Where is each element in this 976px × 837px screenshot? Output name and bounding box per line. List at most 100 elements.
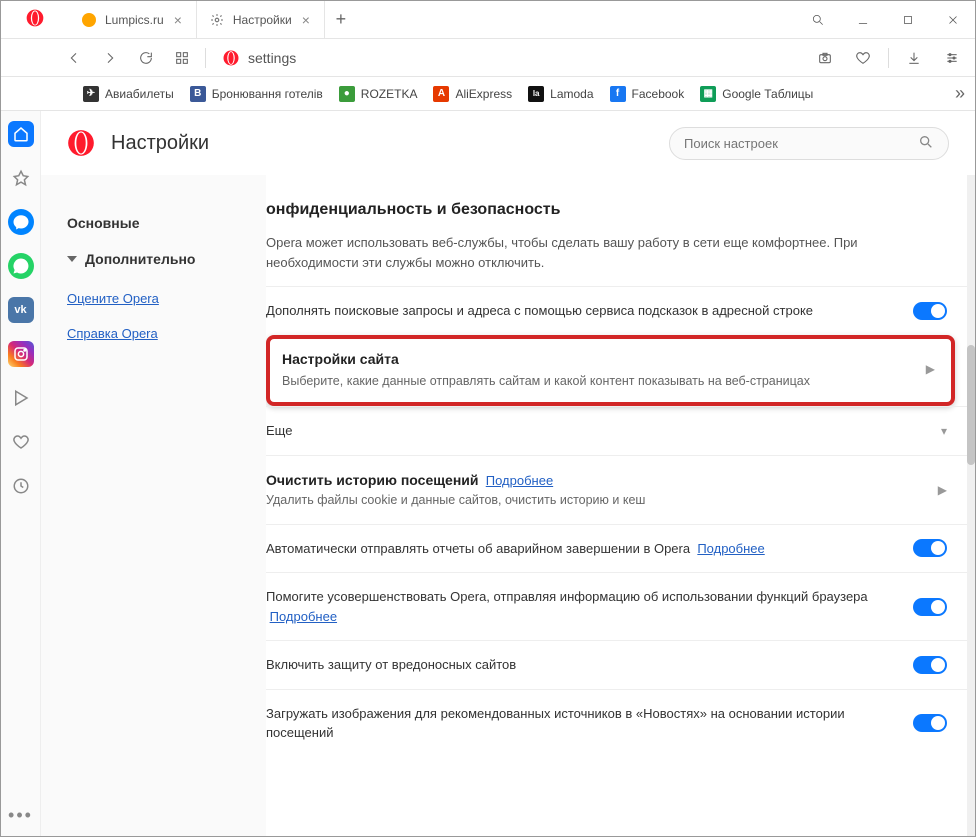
- tab-favicon-lumpics: [81, 12, 97, 28]
- toggle-autocomplete[interactable]: [913, 302, 947, 320]
- sidebar-history-button[interactable]: [8, 473, 34, 499]
- tab-title: Настройки: [233, 13, 292, 27]
- tab-title: Lumpics.ru: [105, 13, 164, 27]
- heart-button[interactable]: [850, 45, 876, 71]
- toolbar-separator: [205, 48, 206, 68]
- window-controls: [795, 1, 975, 38]
- chevron-right-icon: ▶: [926, 362, 935, 376]
- sidebar-more-button[interactable]: •••: [8, 805, 33, 826]
- section-intro: Opera может использовать веб-службы, что…: [266, 233, 967, 286]
- row-more[interactable]: Еще ▾: [266, 406, 967, 455]
- toggle-crash[interactable]: [913, 539, 947, 557]
- chevron-down-icon: [67, 256, 77, 262]
- page-title: Настройки: [111, 132, 209, 155]
- settings-search[interactable]: [669, 127, 949, 160]
- settings-header: Настройки: [41, 111, 975, 175]
- sidebar-messenger-button[interactable]: [8, 209, 34, 235]
- minimize-button[interactable]: [840, 1, 885, 38]
- tab-lumpics[interactable]: Lumpics.ru ×: [69, 1, 197, 38]
- nav-basic[interactable]: Основные: [59, 205, 248, 241]
- reload-button[interactable]: [133, 45, 159, 71]
- address-bar[interactable]: settings: [216, 49, 792, 67]
- row-title: Настройки сайта: [282, 349, 914, 370]
- learn-more-link[interactable]: Подробнее: [697, 541, 764, 556]
- left-sidebar: vk •••: [1, 111, 41, 836]
- bookmark-label: Lamoda: [550, 87, 593, 101]
- row-improve-opera: Помогите усовершенствовать Opera, отправ…: [266, 572, 967, 640]
- nav-help-opera[interactable]: Справка Opera: [59, 320, 248, 347]
- bookmark-item[interactable]: BБронювання готелів: [190, 86, 323, 102]
- search-button[interactable]: [795, 1, 840, 38]
- easy-setup-button[interactable]: [939, 45, 965, 71]
- content-area: Настройки Основные Дополнительно Оцените…: [41, 111, 975, 836]
- bookmark-item[interactable]: la Lamoda: [528, 86, 593, 102]
- sidebar-whatsapp-button[interactable]: [8, 253, 34, 279]
- speed-dial-button[interactable]: [169, 45, 195, 71]
- close-icon[interactable]: ×: [172, 12, 184, 28]
- bookmark-item[interactable]: ✈ Авиабилеты: [83, 86, 174, 102]
- bookmark-icon: ✈: [83, 86, 99, 102]
- toggle-news-images[interactable]: [913, 714, 947, 732]
- bookmark-icon: ●: [339, 86, 355, 102]
- row-label: Еще: [266, 421, 929, 441]
- nav-forward-button[interactable]: [97, 45, 123, 71]
- settings-nav: Основные Дополнительно Оцените Opera Спр…: [41, 175, 266, 836]
- scroll-thumb[interactable]: [967, 345, 975, 465]
- bookmark-item[interactable]: fFacebook: [610, 86, 685, 102]
- row-site-settings[interactable]: Настройки сайта Выберите, какие данные о…: [266, 335, 955, 407]
- chevron-down-icon: ▾: [941, 424, 947, 438]
- opera-logo-icon: [25, 8, 45, 31]
- scrollbar[interactable]: [967, 175, 975, 836]
- learn-more-link[interactable]: Подробнее: [270, 609, 337, 624]
- row-title: Очистить историю посещений: [266, 472, 479, 488]
- bookmark-item[interactable]: ▦Google Таблицы: [700, 86, 813, 102]
- bookmarks-bar: ✈ Авиабилеты BБронювання готелів ● ROZETKA…: [1, 77, 975, 111]
- row-malware-protection: Включить защиту от вредоносных сайтов: [266, 640, 967, 689]
- bookmark-item[interactable]: A AliExpress: [433, 86, 512, 102]
- vk-icon: vk: [14, 304, 26, 316]
- sidebar-instagram-button[interactable]: [8, 341, 34, 367]
- section-title: онфиденциальность и безопасность: [266, 175, 967, 233]
- sidebar-flow-button[interactable]: [8, 385, 34, 411]
- bookmark-label: ROZETKA: [361, 87, 418, 101]
- bookmark-icon: la: [528, 86, 544, 102]
- nav-rate-opera[interactable]: Оцените Opera: [59, 285, 248, 312]
- search-icon: [918, 134, 934, 153]
- bookmark-item[interactable]: ● ROZETKA: [339, 86, 418, 102]
- bookmarks-overflow[interactable]: »: [955, 83, 965, 104]
- opera-menu-button[interactable]: [1, 1, 69, 38]
- row-subtitle: Удалить файлы cookie и данные сайтов, оч…: [266, 491, 926, 510]
- new-tab-button[interactable]: +: [325, 1, 357, 38]
- row-label: Включить защиту от вредоносных сайтов: [266, 655, 901, 675]
- search-input[interactable]: [684, 136, 918, 151]
- settings-body: Основные Дополнительно Оцените Opera Спр…: [41, 175, 975, 836]
- row-label: Помогите усовершенствовать Opera, отправ…: [266, 589, 868, 604]
- bookmark-label: Бронювання готелів: [212, 87, 323, 101]
- close-button[interactable]: [930, 1, 975, 38]
- bookmark-label: AliExpress: [455, 87, 512, 101]
- bookmark-label: Facebook: [632, 87, 685, 101]
- sidebar-bookmarks-button[interactable]: [8, 165, 34, 191]
- sidebar-home-button[interactable]: [8, 121, 34, 147]
- row-subtitle: Выберите, какие данные отправлять сайтам…: [282, 372, 914, 391]
- sidebar-personal-news-button[interactable]: [8, 429, 34, 455]
- tab-settings[interactable]: Настройки ×: [197, 1, 325, 38]
- bookmark-label: Авиабилеты: [105, 87, 174, 101]
- nav-advanced[interactable]: Дополнительно: [59, 241, 248, 277]
- snapshot-button[interactable]: [812, 45, 838, 71]
- chevron-right-icon: ▶: [938, 483, 947, 497]
- bookmark-icon: ▦: [700, 86, 716, 102]
- gear-icon: [209, 12, 225, 28]
- close-icon[interactable]: ×: [300, 12, 312, 28]
- toggle-malware[interactable]: [913, 656, 947, 674]
- row-clear-history[interactable]: Очистить историю посещений Подробнее Уда…: [266, 455, 967, 524]
- maximize-button[interactable]: [885, 1, 930, 38]
- address-text: settings: [248, 50, 296, 66]
- bookmark-icon: A: [433, 86, 449, 102]
- learn-more-link[interactable]: Подробнее: [486, 473, 553, 488]
- download-button[interactable]: [901, 45, 927, 71]
- toggle-improve[interactable]: [913, 598, 947, 616]
- sidebar-vk-button[interactable]: vk: [8, 297, 34, 323]
- nav-back-button[interactable]: [61, 45, 87, 71]
- row-label: Загружать изображения для рекомендованны…: [266, 704, 901, 743]
